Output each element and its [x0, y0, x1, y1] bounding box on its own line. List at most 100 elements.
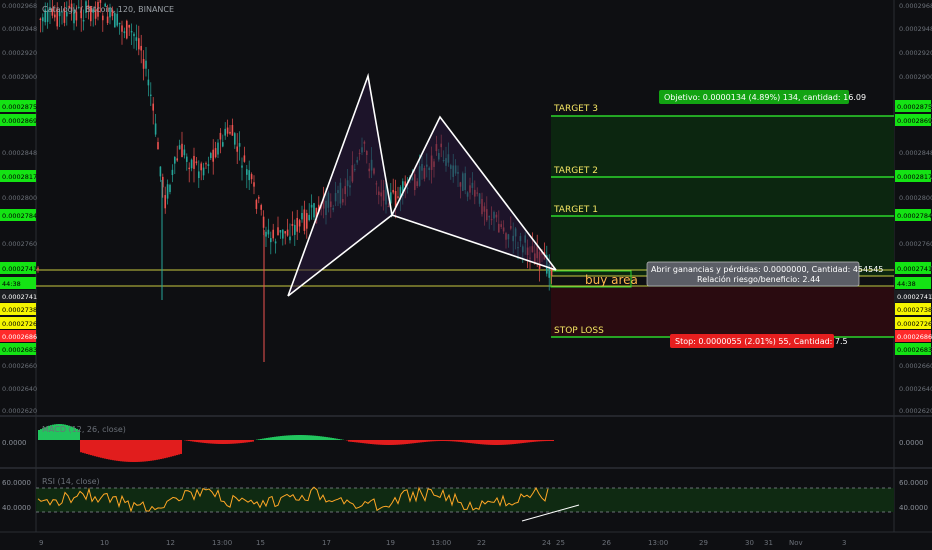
- candle-body: [157, 142, 159, 150]
- macd-bar: [172, 440, 174, 457]
- time-tick-label: 13:00: [431, 539, 451, 547]
- macd-bar: [526, 440, 528, 443]
- macd-bar: [170, 440, 172, 457]
- price-tick-label: 0.0002848: [899, 149, 932, 157]
- candle-body: [214, 148, 217, 158]
- macd-bar: [468, 440, 470, 443]
- macd-label: MACD (12, 26, close): [42, 425, 126, 434]
- macd-bar: [338, 439, 340, 440]
- macd-bar: [414, 440, 416, 444]
- macd-bar: [422, 440, 424, 443]
- macd-bar: [108, 440, 110, 460]
- macd-bar: [328, 437, 330, 440]
- price-tag-label: 0.0002741: [897, 293, 932, 301]
- macd-bar: [394, 440, 396, 445]
- price-tag-label: 0.0002738: [897, 306, 932, 314]
- stop-text: Stop: 0.0000055 (2.01%) 55, Cantidad: 7.…: [675, 337, 848, 346]
- macd-bar: [226, 440, 228, 444]
- macd-bar: [504, 440, 506, 445]
- candle-body: [277, 227, 279, 235]
- macd-bar: [88, 440, 90, 455]
- candle-body: [291, 224, 294, 226]
- candle-body: [159, 166, 162, 177]
- macd-bar: [164, 440, 166, 459]
- candle-body: [42, 17, 44, 22]
- price-tick-label: 0.0002968: [899, 2, 932, 10]
- candle-body: [294, 224, 296, 235]
- macd-bar: [38, 430, 40, 440]
- price-tick-label: 0.0002760: [899, 240, 932, 248]
- candle-body: [207, 164, 210, 166]
- macd-bar: [238, 440, 240, 444]
- macd-bar: [494, 440, 496, 445]
- macd-bar: [374, 440, 376, 445]
- candle-body: [166, 184, 169, 199]
- macd-bar: [458, 440, 460, 442]
- macd-bar: [466, 440, 468, 443]
- candle-body: [147, 79, 150, 86]
- macd-bar: [186, 440, 188, 441]
- price-tick-label: 0.0002660: [2, 362, 37, 370]
- candle-body: [392, 189, 394, 193]
- macd-bar: [314, 435, 316, 440]
- macd-bar: [198, 440, 200, 443]
- macd-bar: [498, 440, 500, 445]
- candle-body: [154, 123, 157, 135]
- price-tick-label: 0.0002640: [899, 385, 932, 393]
- macd-bar: [150, 440, 152, 461]
- candle-body: [135, 37, 138, 41]
- macd-bar: [334, 438, 336, 440]
- macd-bar: [206, 440, 208, 444]
- macd-bar: [124, 440, 126, 462]
- candle-body: [279, 230, 282, 233]
- macd-bar: [540, 440, 542, 442]
- macd-bar: [160, 440, 162, 460]
- candle-body: [145, 60, 147, 69]
- price-tag-label: 0.0002683: [897, 346, 932, 354]
- macd-bar: [274, 436, 276, 440]
- price-tag-label: 0.0002741: [897, 265, 932, 273]
- price-tick-label: 0.0002620: [2, 407, 37, 415]
- macd-bar: [252, 440, 254, 442]
- macd-bar: [412, 440, 414, 444]
- macd-bar: [278, 436, 280, 440]
- candle-body: [128, 24, 130, 28]
- candle-body: [236, 146, 238, 152]
- candle-body: [248, 170, 250, 181]
- macd-bar: [508, 440, 510, 445]
- macd-bar: [94, 440, 96, 457]
- time-tick-label: Nov: [789, 539, 803, 547]
- macd-bar: [208, 440, 210, 444]
- candle-body: [274, 241, 277, 244]
- candle-body: [267, 229, 270, 235]
- time-tick-label: 3: [842, 539, 846, 547]
- macd-bar: [120, 440, 122, 462]
- macd-bar: [326, 437, 328, 440]
- macd-bar: [384, 440, 386, 445]
- macd-bar: [360, 440, 362, 443]
- macd-bar: [318, 436, 320, 440]
- macd-bar: [470, 440, 472, 444]
- macd-bar: [398, 440, 400, 445]
- price-tag-label: 0.0002875: [2, 103, 37, 111]
- candle-body: [178, 145, 181, 150]
- time-tick-label: 10: [100, 539, 109, 547]
- macd-bar: [372, 440, 374, 445]
- candle-body: [284, 231, 286, 234]
- macd-bar: [542, 440, 544, 442]
- candle-body: [188, 167, 190, 170]
- macd-bar: [406, 440, 408, 444]
- stop-loss-label: STOP LOSS: [554, 326, 604, 336]
- price-tag-label: 0.0002869: [897, 117, 932, 125]
- macd-bar: [404, 440, 406, 445]
- macd-bar: [550, 440, 552, 442]
- candle-body: [150, 94, 152, 96]
- macd-bar: [190, 440, 192, 442]
- trading-chart[interactable]: TARGET 3 TARGET 2 TARGET 1 STOP LOSS buy…: [0, 0, 932, 550]
- candle-body: [138, 38, 140, 50]
- macd-bar: [396, 440, 398, 445]
- rsi-lower-tick-right: 40.0000: [899, 504, 928, 512]
- macd-bar: [362, 440, 364, 444]
- candle-body: [140, 45, 142, 51]
- macd-bar: [320, 436, 322, 440]
